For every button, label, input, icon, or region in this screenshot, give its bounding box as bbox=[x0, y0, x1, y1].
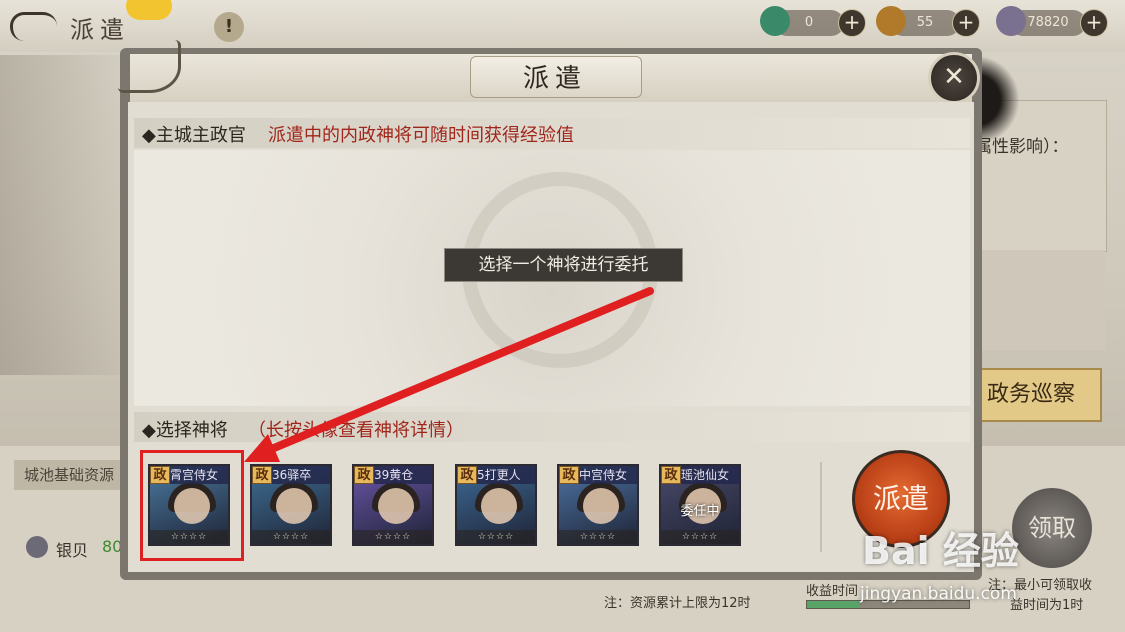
baidu-watermark-url: jingyan.baidu.com bbox=[860, 584, 1017, 604]
arrow-shaft bbox=[258, 287, 654, 457]
baidu-watermark-logo: Bai 经验 bbox=[862, 529, 1019, 573]
